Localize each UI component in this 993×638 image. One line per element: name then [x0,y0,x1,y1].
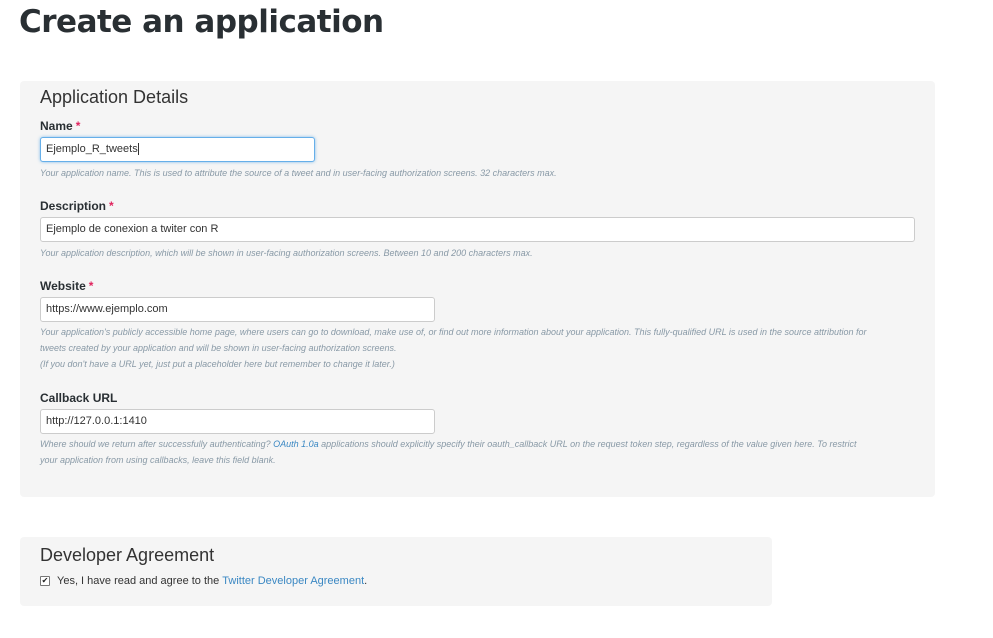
website-input[interactable]: https://www.ejemplo.com [40,297,435,322]
description-label-text: Description [40,199,107,213]
callback-help-text: Where should we return after successfull… [40,439,274,449]
text-caret [137,143,139,156]
description-label: Description * [40,199,114,213]
callback-help-text-continued: applications should explicitly specify t… [318,439,857,449]
developer-agreement-panel: Developer Agreement ✔ Yes, I have read a… [20,537,772,606]
description-help: Your application description, which will… [40,248,533,258]
website-help: Your application's publicly accessible h… [40,324,867,372]
name-input[interactable]: Ejemplo_R_tweets [40,137,315,162]
required-marker: * [88,279,94,293]
callback-url-label: Callback URL [40,391,117,405]
agreement-checkbox[interactable]: ✔ [40,576,50,586]
name-help: Your application name. This is used to a… [40,168,557,178]
website-label-text: Website [40,279,86,293]
callback-url-label-text: Callback URL [40,391,118,405]
callback-help-line-2: your application from using callbacks, l… [40,455,276,465]
name-label: Name * [40,119,80,133]
name-label-text: Name [40,119,73,133]
page-title: Create an application [19,4,384,40]
developer-agreement-link[interactable]: Twitter Developer Agreement [222,575,364,587]
callback-url-input[interactable]: http://127.0.0.1:1410 [40,409,435,434]
developer-agreement-heading: Developer Agreement [40,545,215,565]
website-help-line-3: (If you don't have a URL yet, just put a… [40,359,395,369]
required-marker: * [75,119,81,133]
website-label: Website * [40,279,93,293]
website-help-line-1: Your application's publicly accessible h… [40,327,867,337]
callback-help-line-1: Where should we return after successfull… [40,436,856,452]
description-input[interactable]: Ejemplo de conexion a twiter con R [40,217,915,242]
website-help-line-2: tweets created by your application and w… [40,343,397,353]
description-input-value: Ejemplo de conexion a twiter con R [46,223,219,235]
website-input-value: https://www.ejemplo.com [46,303,168,315]
application-details-panel: Application Details Name * Ejemplo_R_twee… [20,81,935,497]
name-input-value: Ejemplo_R_tweets [46,143,138,155]
agreement-row: ✔ Yes, I have read and agree to the Twit… [40,575,367,587]
agreement-suffix: . [364,575,368,587]
callback-url-help: Where should we return after successfull… [40,436,856,468]
agreement-text: Yes, I have read and agree to the [57,575,220,587]
application-details-heading: Application Details [40,87,189,107]
required-marker: * [109,199,114,213]
oauth-link[interactable]: OAuth 1.0a [273,439,319,449]
callback-url-input-value: http://127.0.0.1:1410 [46,415,147,427]
